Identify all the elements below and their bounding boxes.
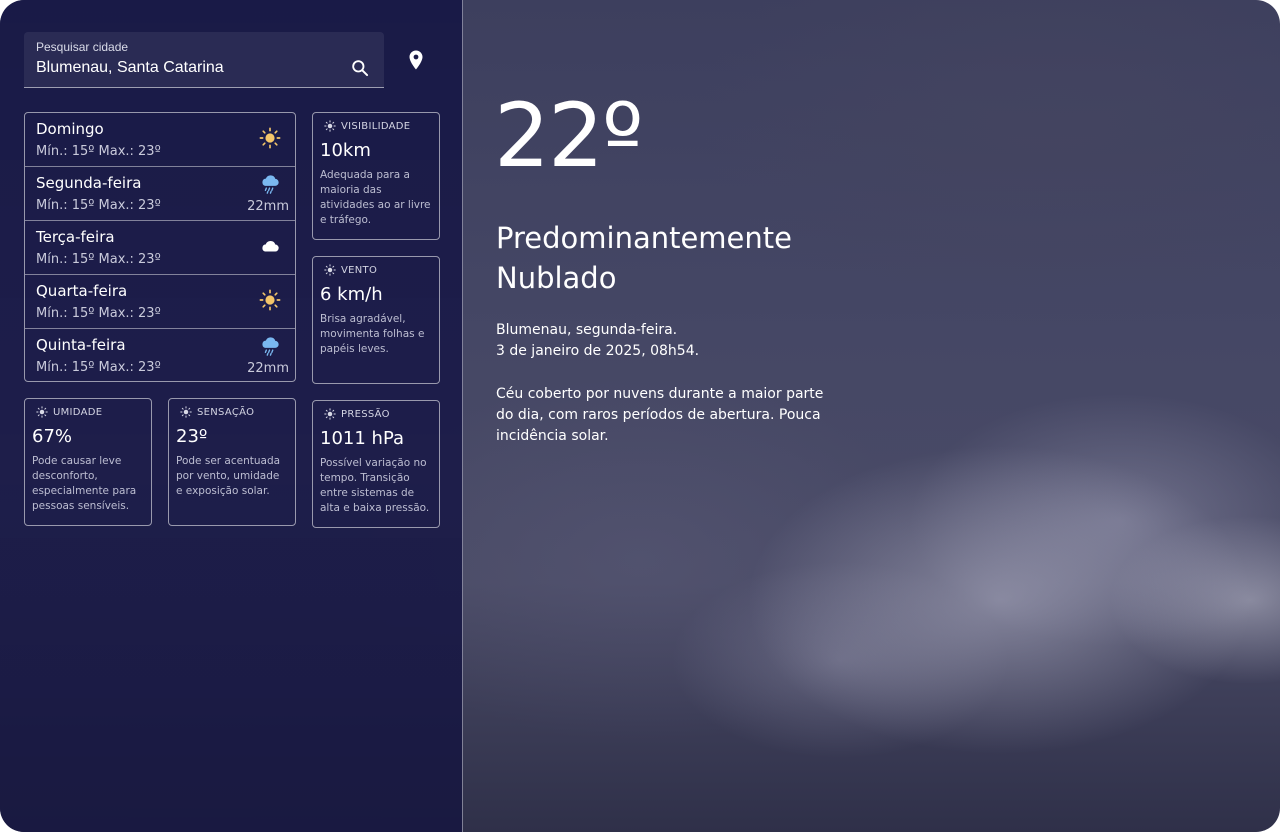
location-pin-icon[interactable] (404, 48, 428, 72)
forecast-row-quarta[interactable]: Quarta-feira Mín.: 15º Max.: 23º (25, 275, 295, 329)
sidebar-panel: Pesquisar cidade Blumenau, Santa Catarin… (0, 0, 463, 832)
card-title: VENTO (341, 264, 378, 276)
humidity-card: UMIDADE 67% Pode causar leve desconforto,… (24, 398, 152, 526)
feels-like-card: SENSAÇÃO 23º Pode ser acentuada por vento… (168, 398, 296, 526)
forecast-temps: Mín.: 15º Max.: 23º (36, 306, 161, 321)
forecast-day: Domingo (36, 120, 104, 138)
sun-icon (259, 127, 281, 149)
card-description: Pode ser acentuada por vento, umidade e ex… (176, 455, 281, 497)
sun-icon (180, 406, 192, 418)
forecast-day: Terça-feira (36, 228, 115, 246)
card-title: VISIBILIDADE (341, 120, 411, 132)
forecast-day: Quinta-feira (36, 336, 126, 354)
weather-description: Céu coberto por nuvens durante a maior p… (496, 386, 824, 444)
card-value: 1011 hPa (320, 428, 405, 449)
card-description: Pode causar leve desconforto, especialment… (32, 455, 137, 512)
forecast-temps: Mín.: 15º Max.: 23º (36, 252, 161, 267)
visibility-card: VISIBILIDADE 10km Adequada para a maioria… (312, 112, 440, 240)
sun-icon (259, 289, 281, 311)
cloud-icon (262, 241, 279, 252)
forecast-row-quinta[interactable]: Quinta-feira Mín.: 15º Max.: 23º 22mm (25, 329, 295, 383)
current-condition: Predominantemente Nublado (496, 221, 792, 295)
card-title: PRESSÃO (341, 408, 390, 420)
pressure-card: PRESSÃO 1011 hPa Possível variação no tem… (312, 400, 440, 528)
rain-cloud-icon (262, 337, 279, 356)
card-title: SENSAÇÃO (197, 406, 255, 418)
sun-icon (324, 120, 336, 132)
rain-cloud-icon (262, 175, 279, 194)
sun-icon (324, 264, 336, 276)
sun-icon (324, 408, 336, 420)
card-description: Possível variação no tempo. Transição entr… (320, 457, 430, 514)
card-value: 6 km/h (320, 284, 383, 305)
wind-card: VENTO 6 km/h Brisa agradável, movimenta f… (312, 256, 440, 384)
forecast-precipitation: 22mm (247, 361, 289, 376)
sun-icon (36, 406, 48, 418)
card-description: Brisa agradável, movimenta folhas e papéis… (320, 313, 425, 355)
location-datetime: Blumenau, segunda-feira. 3 de janeiro de… (496, 322, 700, 359)
search-input[interactable]: Blumenau, Santa Catarina (36, 59, 224, 77)
card-value: 23º (176, 426, 208, 447)
current-temperature: 22º (494, 84, 643, 187)
card-value: 10km (320, 140, 371, 161)
forecast-temps: Mín.: 15º Max.: 23º (36, 198, 161, 213)
forecast-temps: Mín.: 15º Max.: 23º (36, 360, 161, 375)
card-value: 67% (32, 426, 73, 447)
forecast-row-segunda[interactable]: Segunda-feira Mín.: 15º Max.: 23º 22mm (25, 167, 295, 221)
card-description: Adequada para a maioria das atividades ao … (320, 169, 431, 226)
search-label: Pesquisar cidade (36, 40, 129, 54)
forecast-day: Segunda-feira (36, 174, 142, 192)
forecast-list: Domingo Mín.: 15º Max.: 23º Segunda-feir… (24, 112, 296, 382)
forecast-temps: Mín.: 15º Max.: 23º (36, 144, 161, 159)
forecast-row-domingo[interactable]: Domingo Mín.: 15º Max.: 23º (25, 113, 295, 167)
card-title: UMIDADE (53, 406, 103, 418)
forecast-row-terca[interactable]: Terça-feira Mín.: 15º Max.: 23º (25, 221, 295, 275)
city-search-field[interactable]: Pesquisar cidade Blumenau, Santa Catarin… (24, 32, 384, 88)
forecast-precipitation: 22mm (247, 199, 289, 214)
forecast-day: Quarta-feira (36, 282, 128, 300)
search-icon[interactable] (350, 58, 370, 78)
weather-app: Pesquisar cidade Blumenau, Santa Catarin… (0, 0, 1280, 832)
